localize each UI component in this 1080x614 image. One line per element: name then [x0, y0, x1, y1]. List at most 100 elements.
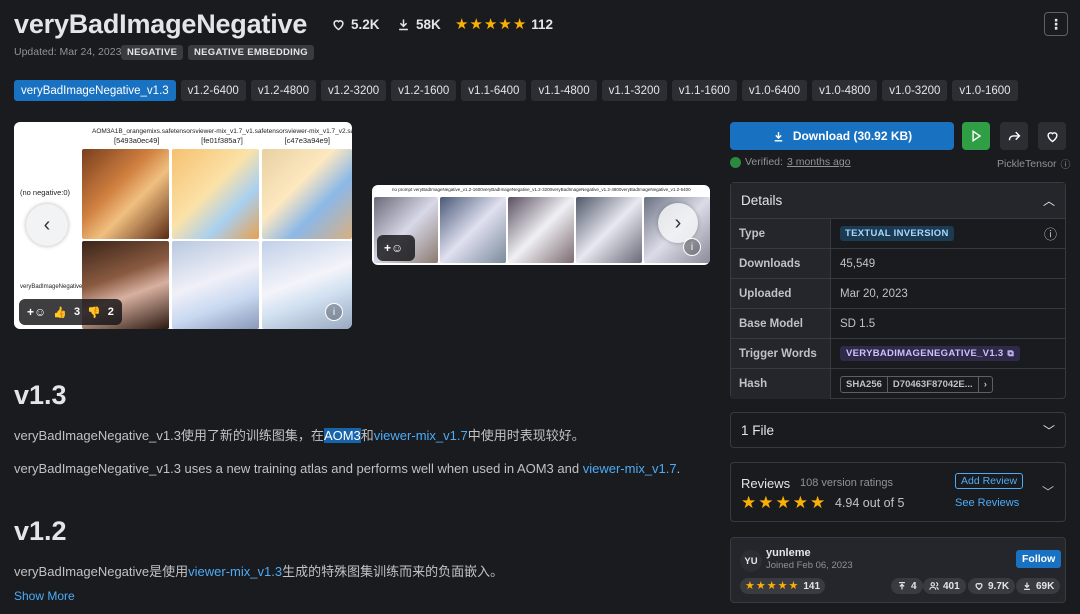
- details-panel: Details ︿ Type TEXTUAL INVERSION ⓘ Downl…: [730, 182, 1066, 399]
- viewer-mix-link[interactable]: viewer-mix_v1.3: [188, 564, 282, 579]
- text: 生成的特殊图集训练而来的负面嵌入。: [282, 564, 504, 579]
- users-icon: [929, 582, 939, 590]
- star-icon: ★: [766, 579, 777, 592]
- thumbs-down-icon[interactable]: 👎: [87, 306, 101, 319]
- strip-image: [440, 197, 506, 263]
- tag-negative[interactable]: NEGATIVE: [121, 45, 184, 60]
- verified-status: Verified: 3 months ago: [730, 156, 851, 168]
- version-tab[interactable]: v1.1-1600: [671, 80, 737, 101]
- description-paragraph: veryBadImageNegative_v1.3使用了新的训练图集，在AOM3…: [14, 425, 585, 444]
- rating-stat[interactable]: ★ ★ ★ ★ ★ 112: [455, 14, 553, 34]
- text: 和: [360, 428, 374, 443]
- more-options-button[interactable]: ⋮: [1044, 12, 1068, 36]
- star-icon: ★: [810, 493, 826, 512]
- gallery-image-main[interactable]: AOM3A1B_orangemixs.safetensorsviewer-mix…: [14, 122, 352, 329]
- thumbs-up-icon[interactable]: 👍: [53, 306, 67, 319]
- grid-header: AOM3A1B_orangemixs.safetensorsviewer-mix…: [92, 127, 352, 145]
- version-tab[interactable]: v1.2-4800: [250, 80, 316, 101]
- version-tab[interactable]: v1.0-1600: [952, 80, 1018, 101]
- version-tab[interactable]: v1.2-6400: [180, 80, 246, 101]
- files-panel[interactable]: 1 File ﹀: [730, 412, 1066, 448]
- thumbs-down-count: 2: [107, 306, 114, 318]
- version-tab[interactable]: v1.0-6400: [741, 80, 808, 101]
- image-info-icon[interactable]: i: [683, 238, 701, 256]
- version-tab[interactable]: v1.2-1600: [391, 80, 457, 101]
- version-tab[interactable]: v1.1-6400: [461, 80, 527, 101]
- chevron-down-icon: ﹀: [1042, 423, 1055, 438]
- rating-count: 112: [531, 16, 554, 32]
- creator-followers: 401: [923, 578, 966, 594]
- favorite-button[interactable]: [1038, 122, 1066, 150]
- gallery-prev-button[interactable]: ‹: [26, 204, 68, 246]
- avatar[interactable]: YU: [740, 550, 762, 572]
- version-tab[interactable]: v1.1-4800: [531, 80, 597, 101]
- version-tab[interactable]: veryBadImageNegative_v1.3: [14, 80, 176, 101]
- upload-icon: [899, 582, 905, 590]
- row-key: Type: [731, 219, 831, 248]
- version-tab[interactable]: v1.0-4800: [812, 80, 878, 101]
- verified-prefix: Verified:: [745, 156, 783, 168]
- version-tabs: veryBadImageNegative_v1.3 v1.2-6400 v1.2…: [14, 80, 1018, 101]
- hash-field[interactable]: SHA256 D70463F87042E... ›: [840, 375, 993, 393]
- details-title: Details: [741, 193, 783, 208]
- reaction-bar: +☺ 👍 3 👎 2: [19, 299, 122, 325]
- add-reaction-icon[interactable]: +☺: [384, 241, 403, 255]
- star-icon: ★: [755, 579, 766, 592]
- chevron-right-icon[interactable]: ›: [977, 376, 992, 392]
- run-button[interactable]: [962, 122, 990, 150]
- add-review-button[interactable]: Add Review: [955, 473, 1024, 489]
- section-heading-v13: v1.3: [14, 380, 67, 410]
- copy-icon: ⧉: [1007, 348, 1015, 358]
- download-icon: [399, 19, 408, 30]
- strip-image: [508, 197, 574, 263]
- model-title: veryBadImageNegative: [14, 9, 308, 39]
- star-icon: ★: [745, 579, 755, 592]
- details-row-trigger-words: Trigger Words VERYBADIMAGENEGATIVE_V1.3 …: [731, 339, 1065, 369]
- creator-name[interactable]: yunleme: [766, 547, 811, 559]
- details-header[interactable]: Details ︿: [731, 183, 1065, 219]
- likes-stat[interactable]: 5.2K: [331, 14, 380, 34]
- card2-header: no prompt veryBadImageNegative_v1.2-1600…: [392, 187, 691, 192]
- gallery-image-secondary[interactable]: no prompt veryBadImageNegative_v1.2-1600…: [372, 185, 710, 265]
- info-icon[interactable]: ⓘ: [1061, 156, 1071, 171]
- share-button[interactable]: [1000, 122, 1028, 150]
- download-label: Download (30.92 KB): [792, 129, 913, 143]
- row-value: Mar 20, 2023: [840, 287, 908, 300]
- row-label: (no negative:0): [20, 188, 71, 197]
- verified-time[interactable]: 3 months ago: [787, 156, 851, 168]
- row-value: 45,549: [840, 257, 876, 270]
- version-tab[interactable]: v1.1-3200: [601, 80, 667, 101]
- viewer-mix-link[interactable]: viewer-mix_v1.7: [583, 461, 677, 476]
- strip-image: [576, 197, 642, 263]
- gallery-next-button[interactable]: ›: [658, 203, 698, 243]
- uploads-count: 4: [911, 580, 917, 592]
- grid-image: [172, 149, 259, 239]
- add-reaction-icon[interactable]: +☺: [27, 305, 46, 319]
- followers-count: 401: [943, 580, 960, 592]
- row-key: Trigger Words: [731, 339, 831, 368]
- chevron-down-icon[interactable]: ﹀: [1042, 483, 1054, 500]
- version-tab[interactable]: v1.2-3200: [320, 80, 387, 101]
- star-icon: ★: [483, 15, 498, 33]
- row-value: SD 1.5: [840, 317, 876, 330]
- creator-uploads: 4: [891, 578, 923, 594]
- star-icon: ★: [758, 493, 774, 512]
- tag-negative-embedding[interactable]: NEGATIVE EMBEDDING: [188, 45, 314, 60]
- hash-algo[interactable]: SHA256: [841, 377, 887, 392]
- version-tab[interactable]: v1.0-3200: [882, 80, 948, 101]
- image-info-icon[interactable]: i: [325, 303, 343, 321]
- kebab-icon: ⋮: [1049, 15, 1063, 32]
- download-icon: [774, 131, 783, 142]
- viewer-mix-link[interactable]: viewer-mix_v1.7: [374, 428, 468, 443]
- likes-count: 5.2K: [351, 16, 380, 32]
- hash-value[interactable]: D70463F87042E...: [886, 376, 978, 392]
- download-button[interactable]: Download (30.92 KB): [730, 122, 954, 150]
- grid-image: [172, 241, 259, 329]
- trigger-word-badge[interactable]: VERYBADIMAGENEGATIVE_V1.3 ⧉: [840, 346, 1021, 361]
- follow-button[interactable]: Follow: [1016, 550, 1062, 568]
- see-reviews-link[interactable]: See Reviews: [955, 497, 1019, 509]
- info-icon[interactable]: ⓘ: [1044, 224, 1057, 243]
- show-more-link[interactable]: Show More: [14, 589, 75, 603]
- download-icon: [1024, 582, 1030, 590]
- updated-date: Updated: Mar 24, 2023: [14, 46, 122, 58]
